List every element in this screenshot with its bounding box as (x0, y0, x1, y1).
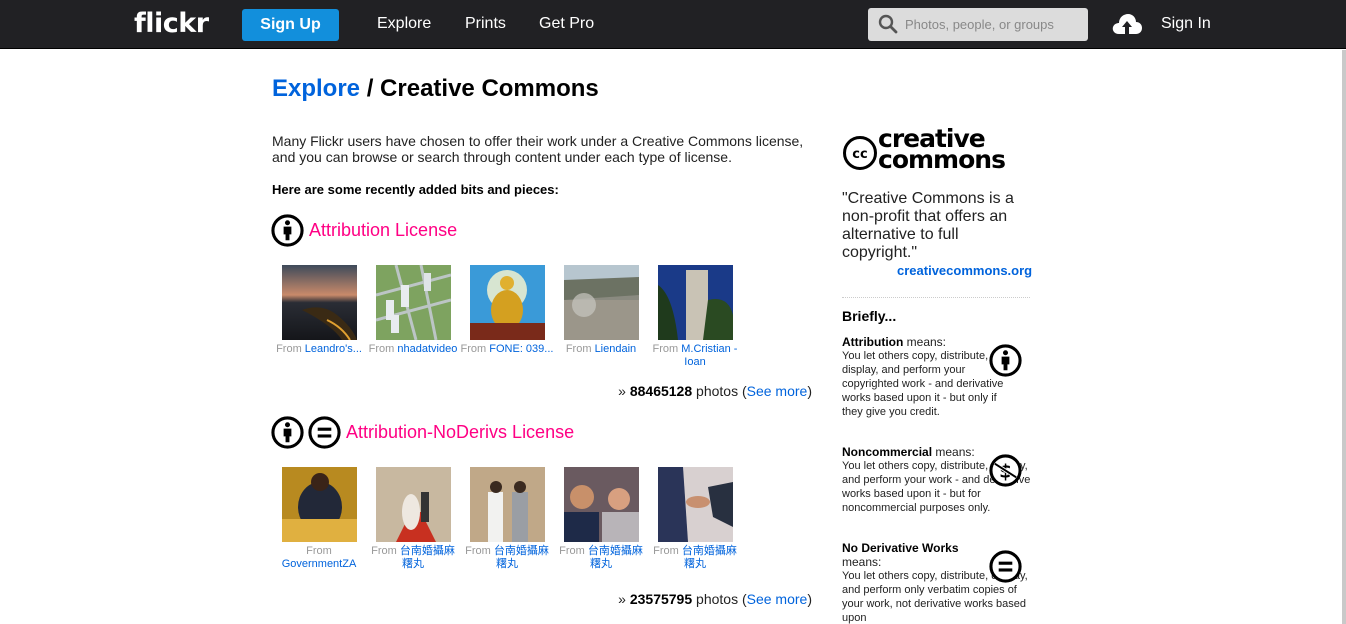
photo-item: From Leandro's... (272, 265, 366, 369)
photo-caption: From 台南婚攝麻糬丸 (465, 545, 549, 570)
nav-get-pro[interactable]: Get Pro (539, 15, 594, 33)
cc-nd-icon (989, 550, 1022, 583)
top-nav-bar: flickr Sign Up Explore Prints Get Pro Si… (0, 0, 1346, 49)
photo-item: From 台南婚攝麻糬丸 (554, 467, 648, 571)
photo-grid-attribution: From Leandro's... From nhadatvideo From … (272, 265, 742, 369)
breadcrumb-explore-link[interactable]: Explore (272, 75, 360, 102)
photo-caption: From 台南婚攝麻糬丸 (653, 545, 737, 570)
photo-count-value: 23575795 (629, 591, 693, 607)
photo-caption: From Leandro's... (276, 343, 362, 355)
cc-nd-icon (308, 416, 341, 449)
intro-text: Many Flickr users have chosen to offer t… (272, 133, 804, 165)
photo-caption: From 台南婚攝麻糬丸 (371, 545, 455, 570)
photo-caption: From GovernmentZA (281, 545, 357, 570)
sign-up-button[interactable]: Sign Up (242, 9, 339, 41)
photo-count-attribution: » 88465128 photos (See more) (618, 383, 812, 399)
briefly-heading: Briefly... (842, 308, 897, 324)
photo-caption: From FONE: 039... (460, 343, 554, 355)
page-title: Explore / Creative Commons (272, 75, 599, 103)
photo-caption: From nhadatvideo (368, 343, 458, 355)
recent-heading: Here are some recently added bits and pi… (272, 182, 559, 197)
author-link[interactable]: 台南婚攝麻糬丸 (588, 545, 643, 570)
photo-thumbnail[interactable] (563, 467, 639, 542)
cc-by-icon (271, 416, 304, 449)
photo-thumbnail[interactable] (657, 467, 733, 542)
cc-logo-icon: cc (843, 136, 877, 170)
license-title[interactable]: Attribution License (309, 220, 457, 241)
see-more-link[interactable]: See more (747, 383, 808, 399)
author-link[interactable]: M.Cristian - Ioan (681, 343, 737, 368)
sign-in-link[interactable]: Sign In (1161, 15, 1211, 33)
scrollbar[interactable] (1342, 50, 1346, 624)
creativecommons-link[interactable]: creativecommons.org (897, 263, 1032, 278)
photo-item: From GovernmentZA (272, 467, 366, 571)
photo-thumbnail[interactable] (281, 467, 357, 542)
cc-logo-text-commons: commons (878, 145, 1006, 174)
photo-count-attribution-noderivs: » 23575795 photos (See more) (618, 591, 812, 607)
cloud-upload-icon[interactable] (1111, 12, 1143, 36)
photo-thumbnail[interactable] (469, 467, 545, 542)
sidebar-divider (842, 297, 1030, 298)
author-link[interactable]: Leandro's... (305, 343, 362, 355)
search-box (868, 8, 1088, 41)
photo-thumbnail[interactable] (563, 265, 639, 340)
photo-thumbnail[interactable] (281, 265, 357, 340)
creative-commons-logo: cc creative commons (842, 126, 1007, 174)
see-more-link[interactable]: See more (747, 591, 808, 607)
photo-thumbnail[interactable] (657, 265, 733, 340)
search-input[interactable] (905, 8, 1083, 41)
svg-text:cc: cc (852, 147, 867, 162)
photo-item: From nhadatvideo (366, 265, 460, 369)
license-title[interactable]: Attribution-NoDerivs License (346, 422, 574, 443)
author-link[interactable]: Liendain (595, 343, 637, 355)
photo-item: From 台南婚攝麻糬丸 (648, 467, 742, 571)
photo-item: From Liendain (554, 265, 648, 369)
nav-explore[interactable]: Explore (377, 15, 431, 33)
flickr-logo[interactable]: flickr (134, 8, 209, 39)
photo-item: From M.Cristian - Ioan (648, 265, 742, 369)
author-link[interactable]: 台南婚攝麻糬丸 (682, 545, 737, 570)
search-icon[interactable] (878, 14, 898, 34)
author-link[interactable]: GovernmentZA (282, 558, 357, 570)
license-header-attribution-noderivs: Attribution-NoDerivs License (271, 416, 574, 449)
author-link[interactable]: 台南婚攝麻糬丸 (494, 545, 549, 570)
author-link[interactable]: nhadatvideo (397, 343, 457, 355)
photo-item: From FONE: 039... (460, 265, 554, 369)
author-link[interactable]: FONE: 039... (489, 343, 553, 355)
photo-caption: From M.Cristian - Ioan (652, 343, 738, 368)
page-title-text: Creative Commons (380, 75, 599, 102)
author-link[interactable]: 台南婚攝麻糬丸 (400, 545, 455, 570)
breadcrumb-separator: / (360, 75, 381, 102)
photo-item: From 台南婚攝麻糬丸 (460, 467, 554, 571)
nav-prints[interactable]: Prints (465, 15, 506, 33)
photo-thumbnail[interactable] (469, 265, 545, 340)
photo-count-value: 88465128 (629, 383, 693, 399)
photo-item: From 台南婚攝麻糬丸 (366, 467, 460, 571)
cc-by-icon (271, 214, 304, 247)
cc-by-icon (989, 344, 1022, 377)
cc-nc-icon: $ (989, 454, 1022, 487)
photo-thumbnail[interactable] (375, 467, 451, 542)
cc-quote: "Creative Commons is a non-profit that o… (842, 190, 1014, 261)
license-header-attribution: Attribution License (271, 214, 457, 247)
photo-caption: From 台南婚攝麻糬丸 (559, 545, 643, 570)
photo-caption: From Liendain (565, 343, 637, 355)
photo-grid-attribution-noderivs: From GovernmentZA From 台南婚攝麻糬丸 From 台南婚攝… (272, 467, 742, 571)
photo-thumbnail[interactable] (375, 265, 451, 340)
